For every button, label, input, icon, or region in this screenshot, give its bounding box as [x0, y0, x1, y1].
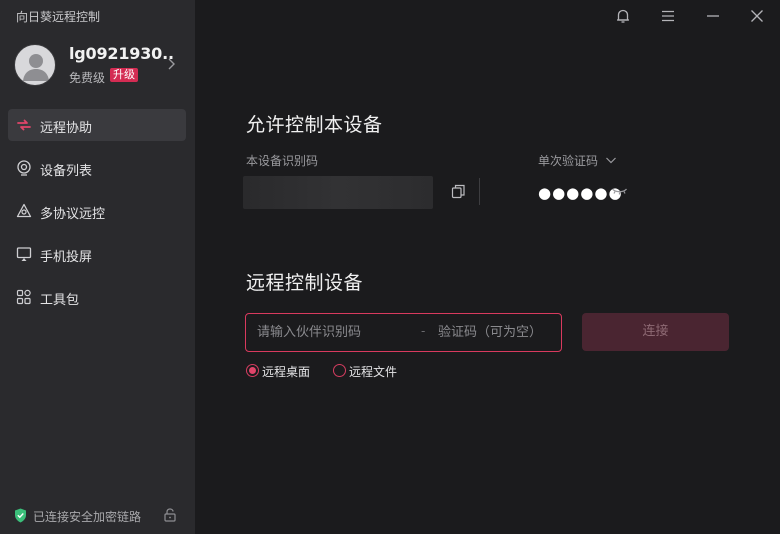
- bell-icon[interactable]: [613, 6, 633, 26]
- input-separator: -: [421, 324, 426, 338]
- connection-status: 已连接安全加密链路: [14, 507, 184, 525]
- radio-remote-desktop[interactable]: 远程桌面: [246, 363, 316, 379]
- device-code-value: [243, 176, 433, 209]
- sidebar-nav: 远程协助 设备列表 多协议远控 手机投屏 工具包: [8, 109, 186, 324]
- radio-checked-icon: [246, 364, 259, 377]
- multi-protocol-icon: [16, 203, 32, 218]
- divider: [479, 178, 480, 205]
- sidebar-item-device-list[interactable]: 设备列表: [8, 152, 186, 184]
- close-icon[interactable]: [747, 6, 767, 26]
- upgrade-badge[interactable]: 升级: [110, 68, 138, 82]
- verify-code-value: ●●●●●●: [538, 184, 623, 202]
- lock-icon[interactable]: [164, 508, 176, 522]
- screen-cast-icon: [16, 247, 32, 261]
- sidebar-item-label: 手机投屏: [40, 250, 93, 265]
- sidebar-item-remote-assist[interactable]: 远程协助: [8, 109, 186, 141]
- eye-closed-icon[interactable]: [611, 186, 628, 197]
- remote-assist-icon: [17, 119, 31, 131]
- sidebar-item-label: 工具包: [40, 293, 80, 308]
- account-tier: 免费级: [69, 71, 106, 85]
- allow-control-title: 允许控制本设备: [246, 114, 383, 136]
- radio-label: 远程桌面: [262, 365, 311, 379]
- connection-status-text: 已连接安全加密链路: [33, 510, 142, 524]
- verify-code-input[interactable]: [438, 314, 560, 351]
- sidebar-item-toolbox[interactable]: 工具包: [8, 281, 186, 313]
- chevron-down-icon[interactable]: [605, 155, 617, 165]
- sidebar-item-label: 设备列表: [40, 164, 93, 179]
- remote-control-title: 远程控制设备: [246, 272, 364, 294]
- verify-code-label[interactable]: 单次验证码: [538, 152, 598, 169]
- avatar: [14, 44, 56, 86]
- remote-connect-form: -: [245, 313, 562, 352]
- app-title: 向日葵远程控制: [16, 10, 101, 24]
- username: lg0921930...: [69, 44, 173, 63]
- device-code-label: 本设备识别码: [246, 154, 319, 168]
- radio-label: 远程文件: [349, 365, 398, 379]
- sidebar-item-label: 多协议远控: [40, 207, 106, 222]
- shield-check-icon: [15, 508, 26, 523]
- radio-remote-file[interactable]: 远程文件: [333, 363, 403, 379]
- chevron-right-icon: [168, 58, 175, 70]
- profile-card[interactable]: lg0921930... 免费级 升级: [14, 42, 182, 88]
- menu-icon[interactable]: [658, 6, 678, 26]
- sidebar: 向日葵远程控制 lg0921930... 免费级 升级 远程协助 设备列表 多协…: [0, 0, 195, 534]
- toolbox-icon: [16, 289, 31, 305]
- connect-button[interactable]: 连接: [582, 313, 729, 351]
- copy-icon[interactable]: [451, 184, 466, 199]
- device-list-icon: [17, 160, 31, 176]
- sidebar-item-screen-cast[interactable]: 手机投屏: [8, 238, 186, 270]
- partner-id-input[interactable]: [257, 314, 417, 351]
- radio-unchecked-icon: [333, 364, 346, 377]
- sidebar-item-label: 远程协助: [40, 121, 93, 136]
- sidebar-item-multi-protocol[interactable]: 多协议远控: [8, 195, 186, 227]
- minimize-icon[interactable]: [703, 6, 723, 26]
